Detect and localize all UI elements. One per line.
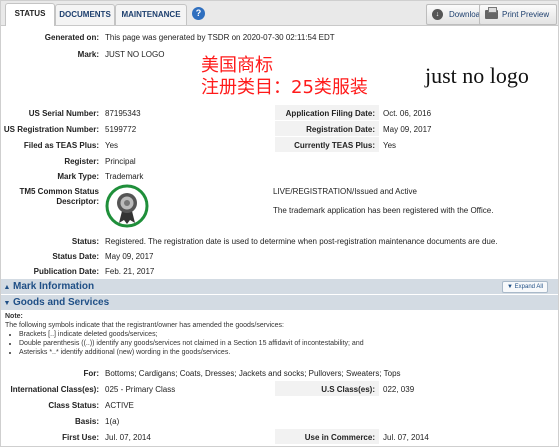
register-label: Register: <box>64 157 99 166</box>
chinese-annotation-line2: 注册类目：25类服装 <box>201 77 368 98</box>
status-value: Registered. The registration date is use… <box>105 237 498 246</box>
class-status-value: ACTIVE <box>105 401 134 410</box>
status-label: Status: <box>71 237 99 246</box>
collapse-arrow-icon: ▲ <box>3 284 11 291</box>
goods-services-header[interactable]: ▼ Goods and Services <box>1 295 558 310</box>
generated-label: Generated on: <box>44 33 99 42</box>
registration-number-label: US Registration Number: <box>3 125 99 134</box>
registration-date-value: May 09, 2017 <box>383 125 432 134</box>
first-use-value: Jul. 07, 2014 <box>105 433 151 442</box>
note-item: Double parenthesis ((..)) identify any g… <box>19 339 364 348</box>
for-value: Bottoms; Cardigans; Coats, Dresses; Jack… <box>105 369 401 378</box>
tm5-status-line: LIVE/REGISTRATION/Issued and Active <box>273 187 417 196</box>
note-item: Asterisks *..* identify additional (new)… <box>19 348 364 357</box>
printer-icon <box>485 7 498 19</box>
us-class-value: 022, 039 <box>383 385 415 394</box>
expand-all-button[interactable]: ▼ Expand All <box>502 281 548 293</box>
class-status-label: Class Status: <box>48 401 99 410</box>
note-intro: The following symbols indicate that the … <box>5 322 284 329</box>
tab-documents[interactable]: DOCUMENTS <box>55 4 115 25</box>
publication-date-label: Publication Date: <box>33 267 99 276</box>
tm5-label-line2: Descriptor: <box>56 197 99 206</box>
tab-maintenance[interactable]: MAINTENANCE <box>115 4 187 25</box>
mark-literal-text: just no logo <box>425 63 529 88</box>
international-class-label: International Class(es): <box>10 385 99 394</box>
publication-date-value: Feb. 21, 2017 <box>105 267 155 276</box>
mark-information-title: Mark Information <box>13 281 95 292</box>
print-preview-label: Print Preview <box>502 10 550 19</box>
print-preview-button[interactable]: Print Preview <box>479 4 557 25</box>
status-date-value: May 09, 2017 <box>105 252 154 261</box>
mark-label: Mark: <box>77 50 99 59</box>
expand-all-label: Expand All <box>514 284 543 290</box>
goods-services-title: Goods and Services <box>13 297 110 308</box>
serial-value: 87195343 <box>105 109 141 118</box>
basis-label: Basis: <box>74 417 99 426</box>
currently-teas-value: Yes <box>383 141 397 150</box>
registration-number-value: 5199772 <box>105 125 137 134</box>
expand-arrow-icon: ▼ <box>507 284 513 290</box>
serial-label: US Serial Number: <box>28 109 99 118</box>
filed-teas-label: Filed as TEAS Plus: <box>23 141 99 150</box>
currently-teas-label: Currently TEAS Plus: <box>294 141 375 150</box>
register-value: Principal <box>105 157 136 166</box>
filed-teas-value: Yes <box>105 141 119 150</box>
first-use-label: First Use: <box>62 433 99 442</box>
mark-type-value: Trademark <box>105 172 144 181</box>
tm5-label-line1: TM5 Common Status <box>19 187 99 196</box>
basis-value: 1(a) <box>105 417 120 426</box>
note-item: Brackets [..] indicate deleted goods/ser… <box>19 330 364 339</box>
registration-date-label: Registration Date: <box>306 125 375 134</box>
international-class-value: 025 - Primary Class <box>105 385 176 394</box>
download-icon: ↓ <box>432 9 443 20</box>
registered-badge-icon <box>105 184 149 228</box>
use-in-commerce-value: Jul. 07, 2014 <box>383 433 429 442</box>
filing-date-value: Oct. 06, 2016 <box>383 109 432 118</box>
note-title: Note: <box>5 313 23 320</box>
tm5-description-line: The trademark application has been regis… <box>273 206 494 215</box>
note-list: Brackets [..] indicate deleted goods/ser… <box>5 330 364 357</box>
chinese-annotation-line1: 美国商标 <box>201 55 273 76</box>
us-class-label: U.S Class(es): <box>321 385 375 394</box>
use-in-commerce-label: Use in Commerce: <box>304 433 375 442</box>
tsdr-page: STATUS DOCUMENTS MAINTENANCE ? ↓ Downloa… <box>0 0 559 447</box>
filing-date-label: Application Filing Date: <box>285 109 375 118</box>
mark-type-label: Mark Type: <box>57 172 99 181</box>
tab-bar: STATUS DOCUMENTS MAINTENANCE ? ↓ Downloa… <box>1 1 558 26</box>
mark-information-header[interactable]: ▲ Mark Information ▼ Expand All <box>1 279 558 294</box>
tab-status[interactable]: STATUS <box>5 3 55 26</box>
for-label: For: <box>83 369 99 378</box>
expand-arrow-icon: ▼ <box>3 300 11 307</box>
mark-value: JUST NO LOGO <box>105 50 165 59</box>
generated-value: This page was generated by TSDR on 2020-… <box>105 33 335 42</box>
status-date-label: Status Date: <box>52 252 99 261</box>
help-icon[interactable]: ? <box>192 7 205 20</box>
